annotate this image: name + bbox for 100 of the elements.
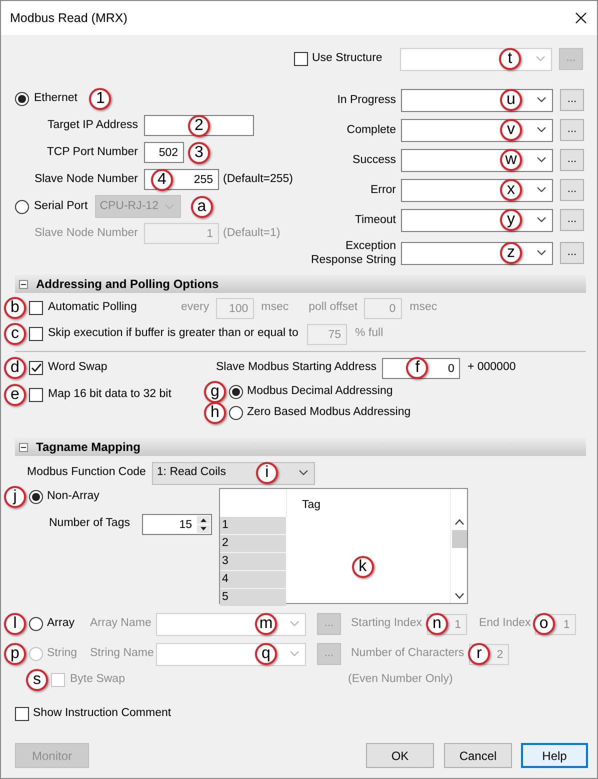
dropdown[interactable] [401,242,553,264]
unit-label: % full [355,326,384,342]
collapse-icon[interactable] [19,442,28,452]
annotation-overlay: k [352,556,374,578]
dropdown[interactable] [401,208,553,232]
scrollbar-thumb[interactable] [452,530,466,548]
section-header[interactable]: Addressing and Polling Options [15,275,586,293]
radio-label: String [47,646,78,662]
checkbox-label: Word Swap [48,360,108,376]
radio-button[interactable] [229,406,243,420]
checkbox[interactable] [29,301,43,315]
radio-button[interactable] [29,490,43,504]
radio-label: Non-Array [47,488,100,504]
field-label: Array Name [90,616,152,632]
field-label: poll offset [308,300,358,316]
radio-button[interactable] [15,200,29,214]
input-field[interactable]: 502 [144,142,184,163]
field-label: Complete [346,123,396,137]
checkbox-label: Automatic Polling [48,300,138,316]
field-label: Timeout [354,213,396,227]
row-header: 4 [220,571,286,589]
callout-marker: j [4,486,26,508]
callout-marker: a [190,196,213,218]
radio-label: Zero Based Modbus Addressing [247,404,411,420]
field-label: Exception Response String [310,239,396,267]
dialog-button[interactable]: Cancel [444,743,512,768]
spin-down-icon[interactable] [197,524,210,532]
row-header: 2 [220,535,286,553]
checkbox[interactable] [29,327,43,341]
dropdown[interactable] [401,88,553,112]
field-label: Number of Characters [351,646,464,662]
callout-marker: d [4,357,26,379]
radio-button[interactable] [15,92,29,106]
tag-table[interactable]: Tag 1 2 3 4 5 k [219,488,468,604]
dropdown[interactable] [401,178,553,202]
field-label: Number of Tags [49,516,130,532]
chevron-down-icon [537,217,546,223]
spin-up-icon[interactable] [197,516,210,524]
field-label: Modbus Function Code [27,465,146,480]
spin-field[interactable]: 15 [142,514,212,534]
radio-label: Ethernet [34,90,78,106]
chevron-down-icon [537,250,546,256]
checkbox-label: Skip execution if buffer is greater than or equal to [48,326,300,342]
chevron-down-icon [537,127,546,133]
unit-label: msec [410,300,438,316]
window-title: Modbus Read (MRX) [10,10,128,27]
browse-button[interactable]: ... [560,149,584,171]
section-header[interactable]: Tagname Mapping [15,438,586,456]
scroll-down-icon[interactable] [454,593,464,599]
callout-marker: 3 [188,142,210,164]
field-label: every [181,300,210,316]
browse-button[interactable]: ... [560,242,584,264]
radio-label: Array [47,616,76,632]
close-icon[interactable] [575,12,587,24]
chevron-down-icon [537,157,546,163]
checkbox[interactable] [15,707,29,721]
field-label: Starting Index [351,616,422,632]
checkbox-label: Use Structure [312,51,384,66]
browse-button[interactable]: ... [560,209,584,231]
callout-marker: b [4,297,26,319]
checkbox[interactable] [29,361,43,375]
callout-marker: s [26,669,48,691]
row-header: 1 [220,517,286,535]
dropdown[interactable] [401,118,553,142]
hint-text: (Default=1) [223,226,280,241]
scroll-up-icon[interactable] [454,519,464,525]
collapse-icon[interactable] [19,280,28,288]
browse-button[interactable]: ... [560,119,584,141]
field-label: Success [352,153,396,167]
annotation-overlay: o [532,613,555,635]
dropdown[interactable] [401,148,553,172]
hint-text: (Default=255) [223,172,293,187]
browse-button[interactable]: ... [560,89,584,111]
dialog-button[interactable]: OK [366,743,434,768]
callout-marker: l [4,613,26,635]
radio-button[interactable] [229,384,243,398]
chevron-down-icon [298,470,308,476]
hint-text: (Even Number Only) [348,672,453,688]
radio-label: Serial Port [34,198,88,214]
row-header: 3 [220,553,286,571]
chevron-down-icon [537,187,546,193]
radio-label: Modbus Decimal Addressing [247,384,393,399]
field-label: String Name [90,646,155,662]
browse-button[interactable]: ... [560,179,584,201]
callout-marker: 1 [89,88,112,110]
row-header: 5 [220,589,286,607]
checkbox-label: Show Instruction Comment [33,706,172,722]
checkbox-label: Map 16 bit data to 32 bit [48,386,172,402]
column-header: Tag [286,489,450,517]
dialog-button[interactable]: Help [521,743,588,768]
callout-marker: p [4,643,26,665]
field-label: Error [369,183,396,197]
chevron-down-icon [290,621,299,627]
checkbox[interactable] [29,388,43,402]
callout-marker: h [204,402,226,424]
radio-button[interactable] [29,617,43,631]
field-label: End Index [478,616,531,632]
chevron-down-icon [290,651,299,657]
callout-marker: g [204,380,226,402]
callout-marker: e [4,384,26,406]
